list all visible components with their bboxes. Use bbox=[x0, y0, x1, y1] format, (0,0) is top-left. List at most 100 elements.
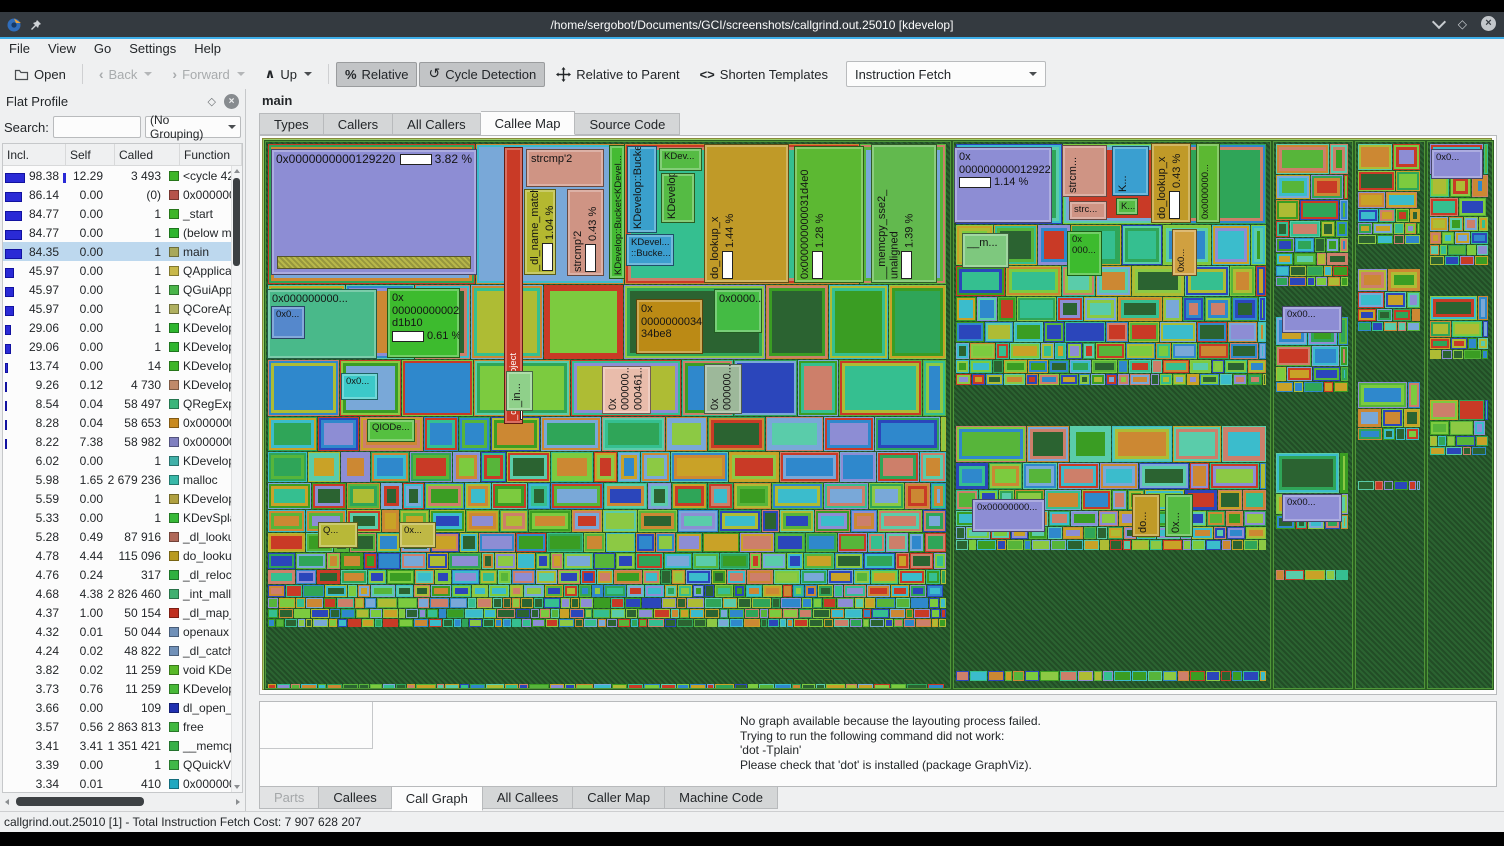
treemap-tile[interactable] bbox=[686, 570, 711, 584]
treemap-block[interactable]: 0x... bbox=[1165, 494, 1193, 537]
treemap-tile[interactable] bbox=[484, 609, 496, 618]
treemap-tile[interactable] bbox=[768, 619, 779, 627]
treemap-tile[interactable] bbox=[914, 609, 930, 618]
treemap-tile[interactable] bbox=[480, 570, 497, 584]
treemap-tile[interactable] bbox=[1100, 540, 1109, 550]
treemap-tile[interactable] bbox=[762, 553, 786, 569]
treemap-block[interactable]: __memcpy_sse2_unaligned1.39 % bbox=[871, 144, 937, 283]
table-row[interactable]: 45.970.001QCoreAppl bbox=[3, 299, 232, 318]
treemap-tile[interactable] bbox=[565, 684, 575, 689]
treemap-tile[interactable] bbox=[906, 609, 913, 618]
treemap-tile[interactable] bbox=[1430, 400, 1458, 420]
treemap-tile[interactable] bbox=[1082, 490, 1111, 510]
treemap-tile[interactable] bbox=[802, 598, 812, 608]
treemap-tile[interactable] bbox=[1221, 671, 1231, 681]
table-row[interactable]: 5.330.001KDevSplasl bbox=[3, 508, 232, 527]
treemap-tile[interactable] bbox=[1430, 350, 1441, 359]
treemap-block[interactable]: do_lookup_x0.43 % bbox=[1151, 143, 1191, 223]
treemap-tile[interactable] bbox=[1276, 277, 1288, 286]
treemap-tile[interactable] bbox=[1358, 481, 1374, 490]
treemap-tile[interactable] bbox=[780, 619, 786, 627]
treemap-tile[interactable] bbox=[1071, 511, 1098, 526]
treemap-tile[interactable] bbox=[1092, 360, 1117, 373]
treemap-tile[interactable] bbox=[486, 684, 504, 689]
table-row[interactable]: 84.770.001_start bbox=[3, 204, 232, 223]
treemap-tile[interactable] bbox=[787, 553, 803, 569]
treemap-block[interactable]: strcmp'20.43 % bbox=[567, 189, 604, 276]
treemap-tile[interactable] bbox=[607, 619, 617, 627]
treemap-tile[interactable] bbox=[1472, 447, 1486, 455]
treemap-tile[interactable] bbox=[359, 684, 369, 689]
treemap-block[interactable]: do_lookup_x1.44 % bbox=[704, 144, 789, 283]
treemap-tile[interactable] bbox=[503, 598, 511, 608]
treemap-tile[interactable] bbox=[1028, 360, 1048, 373]
treemap-tile[interactable] bbox=[828, 570, 853, 584]
treemap-tile[interactable] bbox=[612, 684, 627, 689]
treemap-tile[interactable] bbox=[1430, 198, 1458, 216]
treemap-tile[interactable] bbox=[551, 452, 593, 482]
treemap-tile[interactable] bbox=[910, 585, 926, 597]
treemap-tile[interactable] bbox=[1484, 144, 1488, 174]
treemap-tile[interactable] bbox=[1259, 540, 1266, 550]
treemap-tile[interactable] bbox=[815, 510, 850, 532]
treemap-tile[interactable] bbox=[932, 619, 938, 627]
treemap-tile[interactable] bbox=[1190, 671, 1205, 681]
treemap-tile[interactable] bbox=[845, 609, 862, 618]
treemap-tile[interactable] bbox=[1259, 297, 1266, 321]
treemap-tile[interactable] bbox=[1409, 481, 1416, 490]
treemap-tile[interactable] bbox=[708, 417, 765, 451]
treemap-tile[interactable] bbox=[780, 510, 814, 532]
treemap-tile[interactable] bbox=[977, 540, 996, 550]
treemap-tile[interactable] bbox=[337, 598, 354, 608]
treemap-tile[interactable] bbox=[1212, 225, 1250, 265]
treemap-tile[interactable] bbox=[1396, 428, 1405, 440]
treemap-tile[interactable] bbox=[268, 598, 278, 608]
horizontal-scrollbar[interactable] bbox=[2, 795, 243, 809]
tab-caller-map[interactable]: Caller Map bbox=[573, 786, 665, 809]
treemap-block[interactable]: 0x00... bbox=[1282, 494, 1342, 522]
treemap-tile[interactable] bbox=[707, 619, 717, 627]
treemap-tile[interactable] bbox=[1038, 225, 1070, 265]
treemap-block[interactable]: 0x00000000001292203.82 % bbox=[271, 149, 477, 275]
treemap-tile[interactable] bbox=[318, 684, 326, 689]
treemap-block[interactable]: strcm... bbox=[1062, 145, 1107, 197]
treemap-tile[interactable] bbox=[720, 609, 728, 618]
treemap-tile[interactable] bbox=[762, 510, 779, 532]
treemap-tile[interactable] bbox=[1205, 297, 1231, 321]
treemap-tile[interactable] bbox=[665, 585, 677, 597]
treemap-tile[interactable] bbox=[416, 684, 436, 689]
treemap-tile[interactable] bbox=[1206, 540, 1221, 550]
treemap-tile[interactable] bbox=[1070, 426, 1111, 462]
treemap-tile[interactable] bbox=[1326, 570, 1335, 580]
table-row[interactable]: 3.730.7611 259KDevelop:: bbox=[3, 679, 232, 698]
treemap-tile[interactable] bbox=[956, 360, 969, 373]
treemap-tile[interactable] bbox=[809, 619, 823, 627]
treemap-tile[interactable] bbox=[383, 609, 398, 618]
treemap-tile[interactable] bbox=[972, 374, 985, 385]
treemap-tile[interactable] bbox=[929, 598, 939, 608]
treemap-tile[interactable] bbox=[1358, 269, 1387, 291]
treemap-tile[interactable] bbox=[559, 619, 574, 627]
table-row[interactable]: 9.260.124 730KDevelop:: bbox=[3, 375, 232, 394]
treemap-tile[interactable] bbox=[1163, 540, 1182, 550]
treemap-tile[interactable] bbox=[909, 533, 924, 552]
treemap-tile[interactable] bbox=[956, 374, 971, 385]
treemap-tile[interactable] bbox=[1300, 200, 1339, 220]
treemap-tile[interactable] bbox=[766, 285, 828, 359]
treemap-tile[interactable] bbox=[1430, 245, 1439, 255]
treemap-tile[interactable] bbox=[1222, 540, 1231, 550]
treemap-tile[interactable] bbox=[872, 609, 889, 618]
treemap-tile[interactable] bbox=[1358, 192, 1385, 208]
scroll-down-icon[interactable] bbox=[234, 785, 240, 789]
treemap-tile[interactable] bbox=[439, 609, 446, 618]
tab-callees[interactable]: Callees bbox=[319, 786, 391, 809]
treemap-tile[interactable] bbox=[970, 671, 987, 681]
treemap-tile[interactable] bbox=[934, 553, 946, 569]
treemap-tile[interactable] bbox=[1183, 297, 1204, 321]
treemap-tile[interactable] bbox=[1311, 175, 1343, 199]
treemap-tile[interactable] bbox=[1358, 292, 1384, 308]
treemap-tile[interactable] bbox=[720, 553, 749, 569]
treemap-tile[interactable] bbox=[1276, 367, 1286, 381]
treemap-tile[interactable] bbox=[454, 619, 461, 627]
treemap-tile[interactable] bbox=[752, 598, 771, 608]
